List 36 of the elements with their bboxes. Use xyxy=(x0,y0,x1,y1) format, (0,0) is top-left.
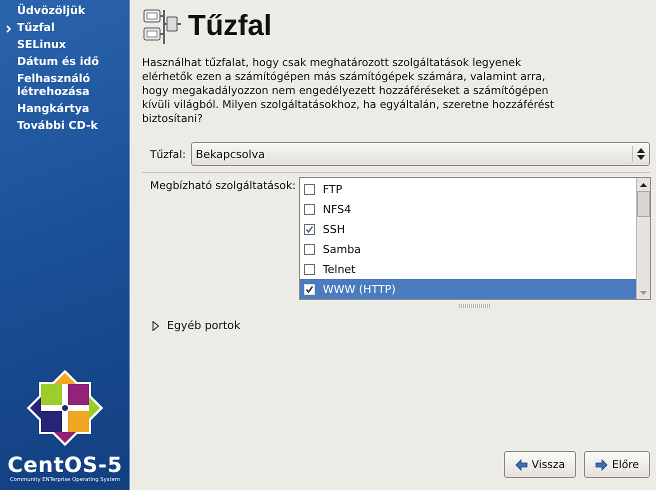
sidebar-step: További CD-k xyxy=(17,119,98,132)
scroll-up-arrow-icon[interactable] xyxy=(640,182,647,186)
left-arrow-icon xyxy=(514,458,528,470)
service-row[interactable]: FTP xyxy=(300,179,636,199)
checkbox[interactable] xyxy=(304,184,315,194)
firewall-dropdown[interactable]: Bekapcsolva xyxy=(190,142,650,166)
expander-arrow-icon xyxy=(152,320,160,330)
right-arrow-icon xyxy=(595,458,608,470)
next-button[interactable]: Előre xyxy=(584,451,650,478)
service-row[interactable]: Telnet xyxy=(300,259,636,279)
sidebar-step: Dátum és idő xyxy=(17,55,99,68)
service-row[interactable]: WWW (HTTP) xyxy=(300,279,636,299)
checkbox[interactable] xyxy=(304,204,315,214)
back-button[interactable]: Vissza xyxy=(504,451,576,478)
service-row[interactable]: Samba xyxy=(300,239,636,259)
sidebar-step: Felhasználó létrehozása xyxy=(17,72,90,98)
checkbox[interactable] xyxy=(304,244,315,254)
resize-grip[interactable] xyxy=(458,304,491,308)
sidebar-step: Tűzfal xyxy=(17,21,55,34)
description-text: Használhat tűzfalat, hogy csak meghatározott szolgáltatások legyenek elérhetők ezen a számítógépen más számítógépek számára, valamint arra, hogy megakadályozzon nem engedélyezett hozzáféréseket a számítógépen kívüli világból. Milyen szolgáltatásokhoz, ha egyáltalán, szeretne hozzáférést biztosítani? xyxy=(142,56,556,126)
checkbox[interactable] xyxy=(304,264,315,274)
updown-arrow-icon xyxy=(637,148,645,160)
sidebar-step: Hangkártya xyxy=(17,102,90,115)
checkbox[interactable] xyxy=(304,224,315,234)
scrollbar-thumb[interactable] xyxy=(637,191,650,217)
service-row[interactable]: SSH xyxy=(300,219,636,239)
service-row[interactable]: NFS4 xyxy=(300,199,636,219)
logo-wordmark: CentOS-5 xyxy=(8,453,122,477)
logo-icon xyxy=(24,367,106,449)
page-title: Tűzfal xyxy=(188,10,272,42)
services-label: Megbízható szolgáltatások: xyxy=(150,178,296,194)
scrollbar[interactable] xyxy=(636,178,650,299)
sidebar-step: Üdvözöljük xyxy=(17,4,86,17)
firewall-label: Tűzfal: xyxy=(150,148,186,160)
other-ports-expander[interactable]: Egyéb portok xyxy=(150,318,242,333)
sidebar-step: SELinux xyxy=(17,38,66,51)
